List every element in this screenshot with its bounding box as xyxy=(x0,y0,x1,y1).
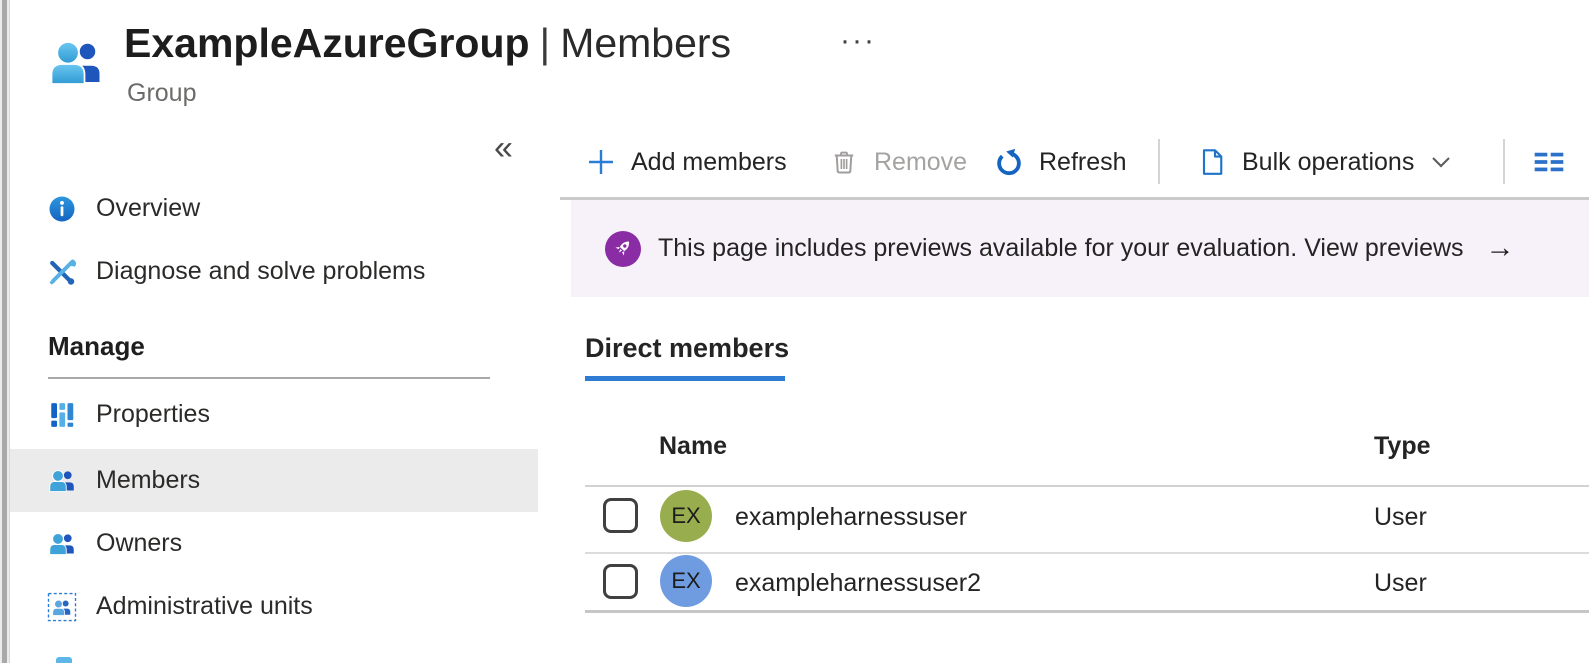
column-header-name[interactable]: Name xyxy=(659,432,727,461)
columns-icon xyxy=(1533,146,1565,178)
document-icon xyxy=(1196,146,1228,178)
chevron-down-icon xyxy=(1430,154,1452,170)
resource-type-label: Group xyxy=(127,79,196,108)
tab-direct-members[interactable]: Direct members xyxy=(585,333,789,381)
columns-button[interactable] xyxy=(1533,138,1565,186)
member-name[interactable]: exampleharnessuser2 xyxy=(735,569,981,598)
rocket-icon xyxy=(605,231,641,267)
row-checkbox[interactable] xyxy=(603,564,638,599)
people-icon xyxy=(46,528,78,560)
sidebar-item-members[interactable]: Members xyxy=(10,449,538,512)
arrow-right-icon[interactable]: → xyxy=(1486,232,1515,265)
group-icon xyxy=(46,33,106,93)
row-checkbox[interactable] xyxy=(603,498,638,533)
sidebar-item-label: Administrative units xyxy=(96,592,313,621)
table-row[interactable]: EX exampleharnessuser User xyxy=(585,487,1589,551)
sidebar-section-manage: Manage xyxy=(48,331,145,362)
refresh-button[interactable]: Refresh xyxy=(993,138,1127,186)
column-header-type[interactable]: Type xyxy=(1374,432,1431,461)
view-previews-link[interactable]: View previews xyxy=(1304,234,1463,262)
add-members-label: Add members xyxy=(631,148,787,177)
left-scrollbar[interactable] xyxy=(0,0,10,663)
scrollbar-thumb[interactable] xyxy=(2,0,7,663)
add-members-button[interactable]: Add members xyxy=(585,138,787,186)
title-divider: | xyxy=(530,20,561,66)
toolbar-separator xyxy=(1503,139,1505,184)
sidebar-item-label: Diagnose and solve problems xyxy=(96,257,425,286)
sidebar-item-diagnose[interactable]: Diagnose and solve problems xyxy=(10,240,538,303)
sidebar-divider xyxy=(48,377,490,379)
sidebar-item-label: Owners xyxy=(96,529,182,558)
table-bottom-divider xyxy=(585,610,1589,613)
remove-label: Remove xyxy=(874,148,967,177)
table-row[interactable]: EX exampleharnessuser2 User xyxy=(585,553,1589,617)
remove-button[interactable]: Remove xyxy=(828,138,967,186)
avatar: EX xyxy=(660,490,712,542)
member-name[interactable]: exampleharnessuser xyxy=(735,503,967,532)
page-title: ExampleAzureGroup|Members xyxy=(124,20,731,67)
banner-message-text: This page includes previews available fo… xyxy=(658,234,1297,262)
sidebar-item-label: Members xyxy=(96,466,200,495)
toolbar-separator xyxy=(1158,139,1160,184)
admin-units-icon xyxy=(46,591,78,623)
azure-group-members-page: ExampleAzureGroup|Members Group ··· « Ov… xyxy=(0,0,1589,663)
refresh-label: Refresh xyxy=(1039,148,1127,177)
refresh-icon xyxy=(993,146,1025,178)
people-icon xyxy=(46,465,78,497)
avatar: EX xyxy=(660,555,712,607)
sidebar-item-partial-icon xyxy=(56,657,72,663)
blade-name: Members xyxy=(560,20,731,66)
tab-label: Direct members xyxy=(585,333,789,364)
more-options-button[interactable]: ··· xyxy=(840,24,876,58)
plus-icon xyxy=(585,146,617,178)
trash-icon xyxy=(828,146,860,178)
tools-icon xyxy=(46,256,78,288)
preview-banner: This page includes previews available fo… xyxy=(571,200,1589,297)
active-tab-underline xyxy=(585,376,785,381)
member-type: User xyxy=(1374,569,1427,598)
sidebar-item-label: Properties xyxy=(96,400,210,429)
member-type: User xyxy=(1374,503,1427,532)
bar-chart-icon xyxy=(46,399,78,431)
bulk-operations-button[interactable]: Bulk operations xyxy=(1196,138,1452,186)
sidebar-item-owners[interactable]: Owners xyxy=(10,512,538,575)
info-icon xyxy=(46,193,78,225)
sidebar-item-properties[interactable]: Properties xyxy=(10,383,538,446)
sidebar-item-administrative-units[interactable]: Administrative units xyxy=(10,575,538,638)
bulk-operations-label: Bulk operations xyxy=(1242,148,1414,177)
sidebar-item-label: Overview xyxy=(96,194,200,223)
banner-message: This page includes previews available fo… xyxy=(658,234,1464,263)
sidebar-item-overview[interactable]: Overview xyxy=(10,177,538,240)
collapse-menu-button[interactable]: « xyxy=(494,131,513,165)
group-name: ExampleAzureGroup xyxy=(124,20,530,66)
